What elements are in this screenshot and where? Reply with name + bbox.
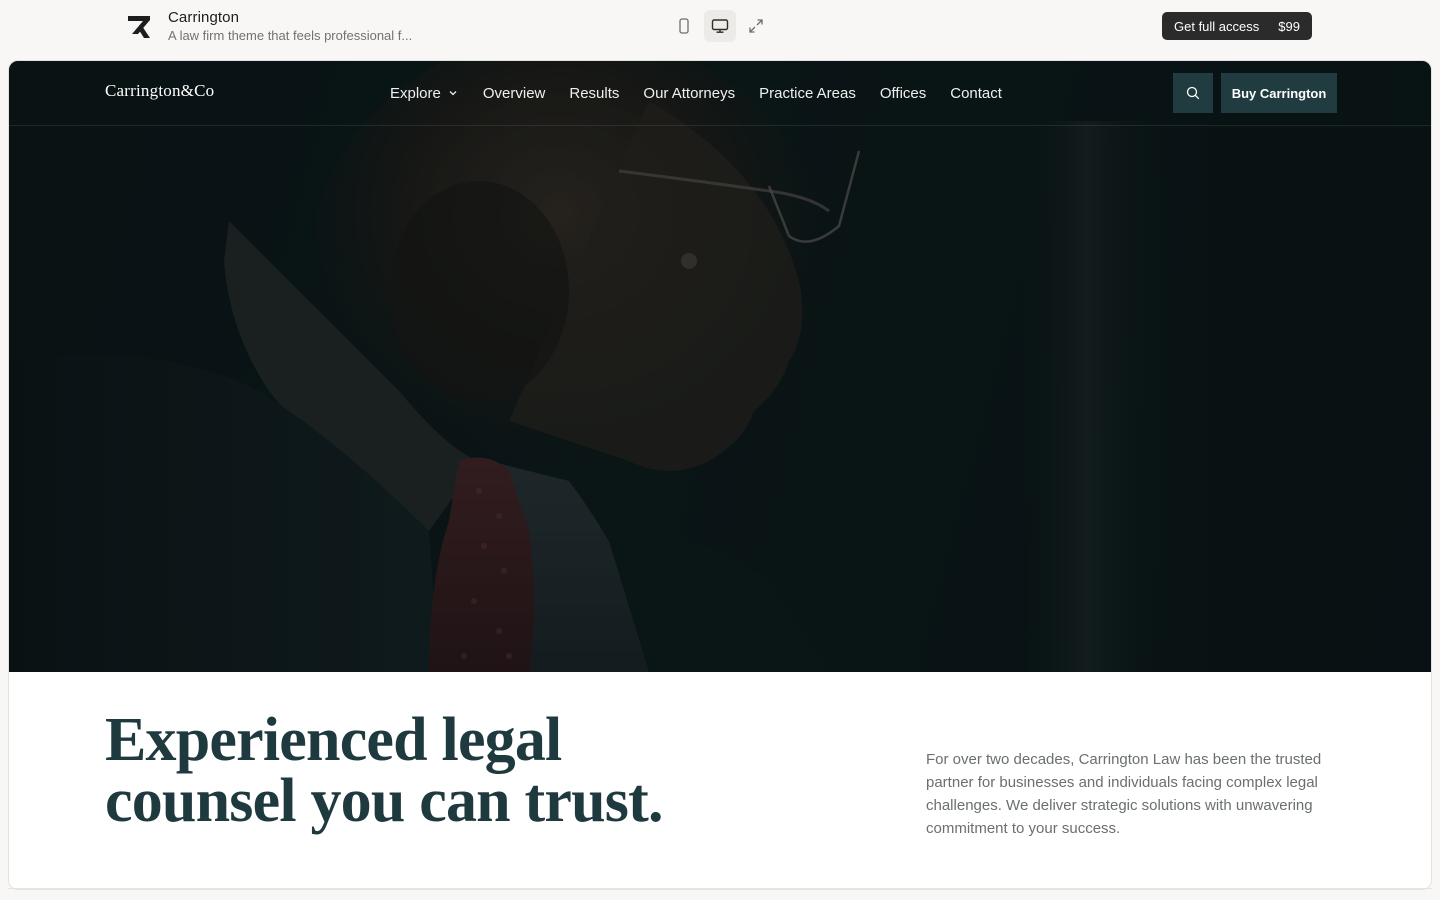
nav-explore[interactable]: Explore [390,83,459,103]
site-logo[interactable]: Carrington&Co [105,81,214,101]
desktop-view-button[interactable] [704,10,736,42]
theme-description: A law firm theme that feels professional… [168,28,413,43]
page-divider [8,888,1432,889]
nav-links: Explore Overview Results Our Attorneys P… [390,83,1002,103]
hero-headline: Experienced legal counsel you can trust. [105,709,745,835]
access-label: Get full access [1174,18,1260,34]
get-full-access-button[interactable]: Get full access $99 [1162,12,1312,40]
site-navigation: Carrington&Co Explore Overview Results O… [9,61,1431,126]
theme-logo-icon [126,12,154,40]
mobile-icon [679,18,689,34]
intro-section: Experienced legal counsel you can trust.… [9,672,1431,889]
attorney-portrait-image [9,61,1431,672]
desktop-icon [711,19,729,33]
intro-paragraph: For over two decades, Carrington Law has… [926,751,1322,837]
nav-offices[interactable]: Offices [880,83,926,103]
mobile-view-button[interactable] [668,10,700,42]
site-preview-frame: Carrington&Co Explore Overview Results O… [8,60,1432,890]
nav-overview[interactable]: Overview [483,83,546,103]
nav-contact[interactable]: Contact [950,83,1002,103]
nav-results[interactable]: Results [569,83,619,103]
search-button[interactable] [1173,73,1213,113]
nav-our-attorneys[interactable]: Our Attorneys [643,83,735,103]
chevron-down-icon [449,91,457,96]
buy-carrington-button[interactable]: Buy Carrington [1221,73,1337,113]
theme-title: Carrington [168,9,240,26]
expand-icon [749,19,763,33]
hero-section: Carrington&Co Explore Overview Results O… [9,61,1431,672]
nav-practice-areas[interactable]: Practice Areas [759,83,856,103]
fullscreen-button[interactable] [740,10,772,42]
nav-label: Explore [390,84,441,102]
headline-line-2: counsel you can trust. [105,767,663,835]
preview-bar: Carrington A law firm theme that feels p… [0,0,1440,52]
access-price: $99 [1278,18,1300,34]
search-icon [1186,86,1200,100]
headline-line-1: Experienced legal [105,706,562,774]
